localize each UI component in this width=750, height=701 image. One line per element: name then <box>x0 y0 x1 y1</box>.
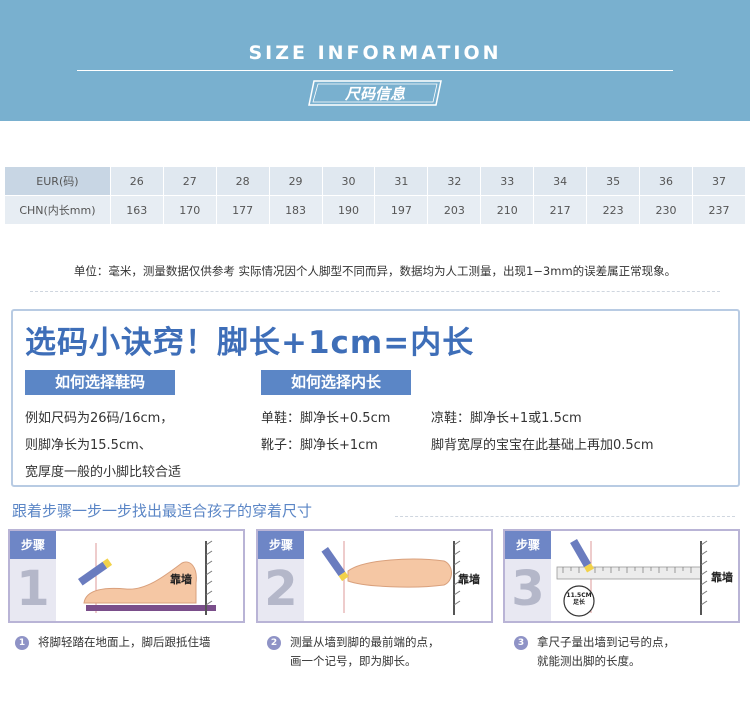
divider <box>395 516 735 517</box>
step-caption-line: 画一个记号，即为脚长。 <box>290 654 417 668</box>
table-row-chn: CHN(内长mm) 163 170 177 183 190 197 203 21… <box>4 195 747 225</box>
measurement-note: 单位：毫米，测量数据仅供参考 实际情况因个人脚型不同而异，数据均为人工测量，出现… <box>73 264 677 278</box>
table-cell: 163 <box>109 195 164 225</box>
step-caption-line: 将脚轻踏在地面上，脚后跟抵住墙 <box>38 635 211 649</box>
ruler-tag: 11.5CM 足长 <box>564 592 594 606</box>
step-caption-3: 拿尺子量出墙到记号的点， 就能测出脚的长度。 <box>537 633 675 671</box>
banner-title: SIZE INFORMATION <box>248 42 502 64</box>
size-table: EUR(码) 26 27 28 29 30 31 32 33 34 35 36 … <box>4 166 747 225</box>
table-cell: 170 <box>162 195 217 225</box>
table-cell: 223 <box>586 195 641 225</box>
step-panel-3: 步骤 3 11.5CM 足长 靠墙 <box>503 529 740 623</box>
tips-box: 选码小诀窍！脚长+1cm=内长 如何选择鞋码 如何选择内长 例如尺码为26码/1… <box>11 309 740 487</box>
tip-wide-feet: 脚背宽厚的宝宝在此基础上再加0.5cm <box>431 438 654 453</box>
step-bullet-3: 3 <box>514 636 528 650</box>
wall-label: 靠墙 <box>170 573 192 586</box>
tip-left-line-2: 则脚净长为15.5cm、 <box>25 438 152 453</box>
steps-title: 跟着步骤一步一步找出最适合孩子的穿着尺寸 <box>12 502 313 520</box>
step-label: 步骤 <box>258 531 304 559</box>
tip-left-line-3: 宽厚度一般的小脚比较合适 <box>25 465 182 480</box>
step-caption-2: 测量从墙到脚的最前端的点， 画一个记号，即为脚长。 <box>290 633 440 671</box>
table-cell: 183 <box>268 195 323 225</box>
row-header-chn: CHN(内长mm) <box>4 195 111 225</box>
pill-choose-inner-length: 如何选择内长 <box>261 370 411 395</box>
step-bullet-1: 1 <box>15 636 29 650</box>
foot-against-wall-illustration <box>78 540 216 615</box>
step-caption-line: 测量从墙到脚的最前端的点， <box>290 635 440 649</box>
table-cell: 31 <box>374 166 429 196</box>
table-cell: 36 <box>639 166 693 196</box>
step-number-column: 步骤 1 <box>10 531 56 621</box>
step-caption-1: 将脚轻踏在地面上，脚后跟抵住墙 <box>38 633 211 652</box>
table-cell: 26 <box>109 166 164 196</box>
table-cell: 203 <box>427 195 482 225</box>
table-cell: 32 <box>427 166 482 196</box>
step-label: 步骤 <box>10 531 56 559</box>
wall-label: 靠墙 <box>458 573 480 586</box>
table-cell: 210 <box>480 195 535 225</box>
table-cell: 33 <box>480 166 535 196</box>
table-cell: 27 <box>162 166 217 196</box>
step-caption-line: 拿尺子量出墙到记号的点， <box>537 635 675 649</box>
tip-left-line-1: 例如尺码为26码/16cm， <box>25 411 174 426</box>
tip-sandals: 凉鞋：脚净长+1或1.5cm <box>431 411 582 426</box>
step-caption-line: 就能测出脚的长度。 <box>537 654 641 668</box>
pill-choose-size: 如何选择鞋码 <box>25 370 175 395</box>
step-panel-1: 步骤 1 靠墙 <box>8 529 245 623</box>
step-digit: 2 <box>264 561 298 617</box>
divider <box>30 291 720 292</box>
table-cell: 197 <box>374 195 429 225</box>
table-cell: 30 <box>321 166 376 196</box>
wall-label: 靠墙 <box>711 571 733 584</box>
tips-title: 选码小诀窍！脚长+1cm=内长 <box>25 325 475 361</box>
table-cell: 217 <box>533 195 588 225</box>
header-banner: SIZE INFORMATION 尺码信息 <box>0 0 750 121</box>
banner-badge: 尺码信息 <box>308 80 442 106</box>
ruler-tag-label: 足长 <box>572 599 585 606</box>
table-cell: 29 <box>268 166 323 196</box>
step-digit: 1 <box>16 561 50 617</box>
table-row-eur: EUR(码) 26 27 28 29 30 31 32 33 34 35 36 … <box>4 166 747 196</box>
table-cell: 190 <box>321 195 376 225</box>
table-cell: 35 <box>586 166 641 196</box>
step-number-column: 步骤 3 <box>505 531 551 621</box>
banner-divider <box>77 70 673 71</box>
row-header-eur: EUR(码) <box>4 166 111 196</box>
tip-boots: 靴子：脚净长+1cm <box>261 438 378 453</box>
step-digit: 3 <box>511 561 545 617</box>
table-cell: 37 <box>691 166 747 196</box>
table-cell: 237 <box>691 195 747 225</box>
step-label: 步骤 <box>505 531 551 559</box>
ruler-measure-illustration <box>556 539 708 617</box>
ruler-tag-length: 11.5CM <box>566 592 592 599</box>
banner-subtitle: 尺码信息 <box>344 85 405 103</box>
table-cell: 34 <box>533 166 588 196</box>
tip-single-shoe: 单鞋：脚净长+0.5cm <box>261 411 391 426</box>
step-bullet-2: 2 <box>267 636 281 650</box>
table-cell: 28 <box>215 166 270 196</box>
step-number-column: 步骤 2 <box>258 531 304 621</box>
table-cell: 230 <box>639 195 693 225</box>
table-cell: 177 <box>215 195 270 225</box>
step-panel-2: 步骤 2 靠墙 <box>256 529 493 623</box>
